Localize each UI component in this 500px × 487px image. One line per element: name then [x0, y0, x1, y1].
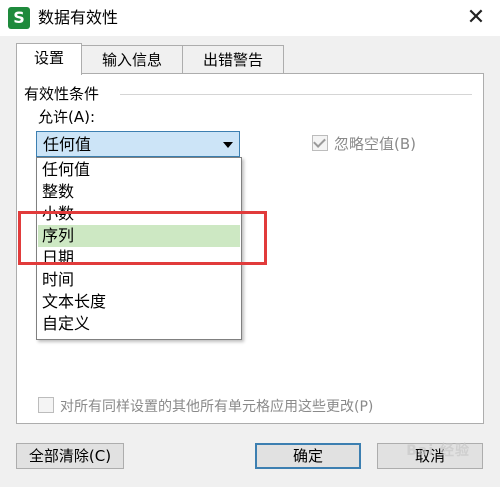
annotation-highlight-box	[18, 211, 267, 265]
group-divider	[120, 94, 472, 95]
title-bar: S 数据有效性 ✕	[0, 0, 500, 36]
ignore-blank-checkbox[interactable]: 忽略空值(B)	[312, 134, 416, 154]
close-icon[interactable]: ✕	[464, 6, 488, 30]
validation-criteria-label: 有效性条件	[24, 85, 104, 103]
allow-selected-value: 任何值	[43, 135, 92, 154]
list-item[interactable]: 文本长度	[38, 291, 240, 313]
clear-all-button[interactable]: 全部清除(C)	[16, 443, 124, 469]
list-item[interactable]: 时间	[38, 269, 240, 291]
tab-settings[interactable]: 设置	[16, 43, 82, 75]
apply-to-all-checkbox[interactable]: 对所有同样设置的其他所有单元格应用这些更改(P)	[38, 397, 373, 417]
wps-app-icon: S	[8, 7, 30, 29]
allow-dropdown[interactable]: 任何值	[36, 131, 240, 157]
tab-error-alert[interactable]: 出错警告	[182, 45, 284, 74]
list-item[interactable]: 整数	[38, 181, 240, 203]
ignore-blank-label: 忽略空值(B)	[334, 135, 416, 153]
checkbox-unchecked-icon[interactable]	[38, 397, 54, 413]
list-item[interactable]: 自定义	[38, 313, 240, 335]
chevron-down-icon[interactable]	[223, 142, 233, 148]
list-item[interactable]: 任何值	[38, 159, 240, 181]
window-title: 数据有效性	[38, 8, 119, 27]
ok-button[interactable]: 确定	[255, 443, 361, 469]
baidu-watermark: Bai 经验	[406, 443, 470, 459]
apply-to-all-label: 对所有同样设置的其他所有单元格应用这些更改(P)	[60, 399, 374, 415]
tab-input-message[interactable]: 输入信息	[80, 45, 184, 74]
checkbox-checked-icon[interactable]	[312, 135, 328, 151]
allow-label: 允许(A):	[38, 108, 96, 126]
